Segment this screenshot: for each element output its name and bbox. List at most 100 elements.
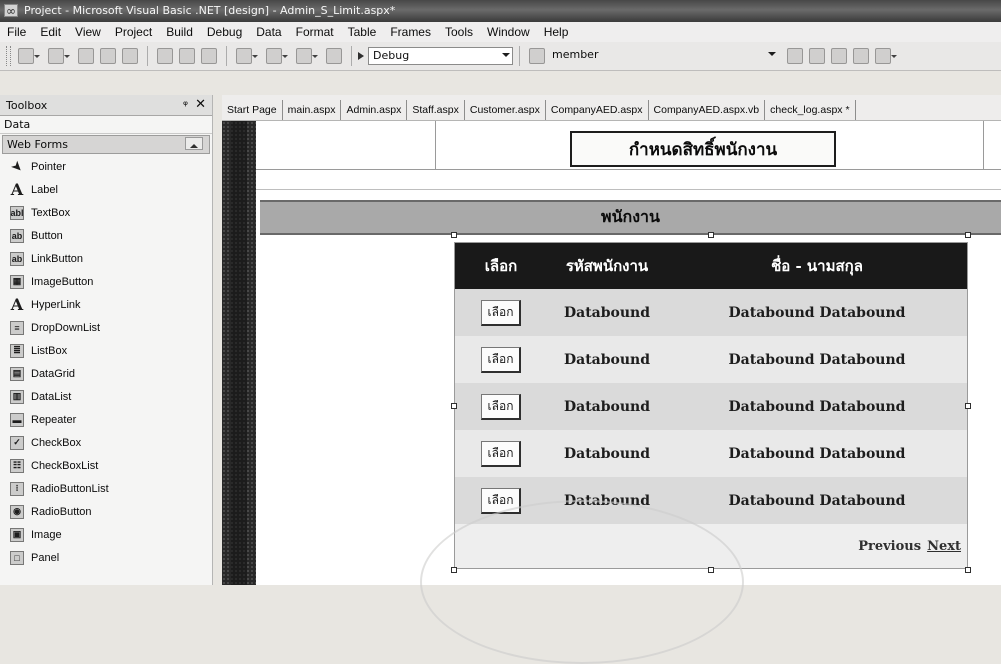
toolbox-item[interactable]: ▦ ImageButton: [0, 270, 212, 293]
toolbox-tab-web-forms-label: Web Forms: [7, 138, 68, 151]
toolbox-item[interactable]: ab LinkButton: [0, 247, 212, 270]
resize-handle[interactable]: [451, 232, 457, 238]
menu-format[interactable]: Format: [289, 22, 341, 42]
select-cell: เลือก: [455, 440, 547, 467]
toolbox-item[interactable]: Pointer: [0, 155, 212, 178]
cut-icon[interactable]: [157, 48, 173, 64]
toolbox-tab-data[interactable]: Data: [0, 116, 212, 134]
properties-icon[interactable]: [809, 48, 825, 64]
navigate-forward-icon[interactable]: [326, 48, 342, 64]
select-button[interactable]: เลือก: [480, 440, 522, 467]
toolbox-item-label: ListBox: [31, 344, 68, 357]
scroll-up-icon[interactable]: [185, 137, 203, 150]
class-view-icon[interactable]: [875, 48, 897, 64]
tab-main-aspx[interactable]: main.aspx: [283, 100, 342, 120]
section-title-bar[interactable]: พนักงาน: [260, 200, 1001, 235]
copy-icon[interactable]: [179, 48, 195, 64]
add-item-icon[interactable]: [48, 48, 70, 64]
employee-id-cell: Databound: [563, 351, 651, 368]
solution-config-select[interactable]: Debug: [368, 47, 513, 65]
toolbox-item[interactable]: ☷ CheckBoxList: [0, 454, 212, 477]
tab-staff-aspx[interactable]: Staff.aspx: [407, 100, 465, 120]
tab-companyaed-aspx-vb[interactable]: CompanyAED.aspx.vb: [649, 100, 766, 120]
find-in-files-icon[interactable]: [529, 48, 545, 64]
menu-project[interactable]: Project: [108, 22, 159, 42]
menu-frames[interactable]: Frames: [383, 22, 438, 42]
redo-icon[interactable]: [266, 48, 288, 64]
toolbox-item[interactable]: ✓ CheckBox: [0, 431, 212, 454]
toolbox-item[interactable]: ab Button: [0, 224, 212, 247]
select-button[interactable]: เลือก: [480, 299, 522, 326]
toolbox-item[interactable]: ▤ DataGrid: [0, 362, 212, 385]
header-employee-id: รหัสพนักงาน: [565, 257, 649, 275]
toolbox-item[interactable]: ▣ Image: [0, 523, 212, 546]
toolbox-item[interactable]: ◉ RadioButton: [0, 500, 212, 523]
toolbox-item[interactable]: ≣ ListBox: [0, 339, 212, 362]
menu-window[interactable]: Window: [480, 22, 537, 42]
toolbox-item[interactable]: ⁝ RadioButtonList: [0, 477, 212, 500]
new-project-icon[interactable]: [18, 48, 40, 64]
tab-companyaed-aspx[interactable]: CompanyAED.aspx: [546, 100, 649, 120]
resize-handle[interactable]: [708, 232, 714, 238]
select-cell: เลือก: [455, 393, 547, 420]
toolbar-separator: [226, 46, 227, 66]
radiobuttonlist-icon: ⁝: [10, 481, 24, 496]
navigate-back-icon[interactable]: [296, 48, 318, 64]
toolbar-separator: [147, 46, 148, 66]
toolbox-item[interactable]: ≡ DropDownList: [0, 316, 212, 339]
page-title[interactable]: กำหนดสิทธิ์พนักงาน: [570, 131, 836, 167]
open-file-icon[interactable]: [78, 48, 94, 64]
menu-help[interactable]: Help: [537, 22, 576, 42]
toolbox-icon[interactable]: [853, 48, 869, 64]
datalist-icon: ▥: [10, 389, 24, 404]
start-debug-icon[interactable]: [358, 52, 364, 60]
toolbox-item[interactable]: ▬ Repeater: [0, 408, 212, 431]
menu-table[interactable]: Table: [341, 22, 384, 42]
toolbox-item-label: DataGrid: [31, 367, 76, 380]
menu-edit[interactable]: Edit: [33, 22, 68, 42]
full-name-cell: Databound Databound: [728, 398, 906, 415]
menu-build[interactable]: Build: [159, 22, 200, 42]
table-row: เลือก Databound Databound Databound: [455, 430, 967, 477]
close-icon[interactable]: ✕: [195, 97, 206, 112]
toolbox-item-label: Image: [31, 528, 62, 541]
find-combo[interactable]: member: [548, 47, 778, 65]
object-browser-icon[interactable]: [831, 48, 847, 64]
select-button[interactable]: เลือก: [480, 346, 522, 373]
tab-start-page[interactable]: Start Page: [222, 100, 283, 120]
pin-icon[interactable]: ᵠ: [183, 98, 188, 112]
resize-handle[interactable]: [965, 403, 971, 409]
toolbox-item[interactable]: abl TextBox: [0, 201, 212, 224]
hyperlink-icon: A: [10, 295, 24, 314]
toolbox-item[interactable]: ▥ DataList: [0, 385, 212, 408]
tab-admin-aspx[interactable]: Admin.aspx: [341, 100, 408, 120]
resize-handle[interactable]: [451, 403, 457, 409]
select-button[interactable]: เลือก: [480, 393, 522, 420]
menu-data[interactable]: Data: [249, 22, 288, 42]
window-title: Project - Microsoft Visual Basic .NET [d…: [24, 4, 396, 17]
menu-view[interactable]: View: [68, 22, 108, 42]
toolbar-grip-icon[interactable]: [6, 46, 11, 66]
toolbox-item[interactable]: A Label: [0, 178, 212, 201]
resize-handle[interactable]: [965, 567, 971, 573]
toolbox-item-label: Button: [31, 229, 63, 242]
toolbox-tab-web-forms[interactable]: Web Forms: [2, 135, 210, 154]
tab-customer-aspx[interactable]: Customer.aspx: [465, 100, 546, 120]
employee-id-cell: Databound: [563, 398, 651, 415]
header-select: เลือก: [484, 257, 518, 275]
tab-check-log-aspx[interactable]: check_log.aspx *: [765, 100, 856, 120]
menu-file[interactable]: File: [0, 22, 33, 42]
pager-next-link[interactable]: Next: [927, 539, 961, 554]
resize-handle[interactable]: [965, 232, 971, 238]
pager-previous-link[interactable]: Previous: [858, 539, 921, 554]
menu-debug[interactable]: Debug: [200, 22, 249, 42]
toolbox-item[interactable]: A HyperLink: [0, 293, 212, 316]
save-icon[interactable]: [100, 48, 116, 64]
undo-icon[interactable]: [236, 48, 258, 64]
paste-icon[interactable]: [201, 48, 217, 64]
toolbar-separator: [519, 46, 520, 66]
toolbox-item[interactable]: □ Panel: [0, 546, 212, 569]
solution-explorer-icon[interactable]: [787, 48, 803, 64]
menu-tools[interactable]: Tools: [438, 22, 480, 42]
save-all-icon[interactable]: [122, 48, 138, 64]
